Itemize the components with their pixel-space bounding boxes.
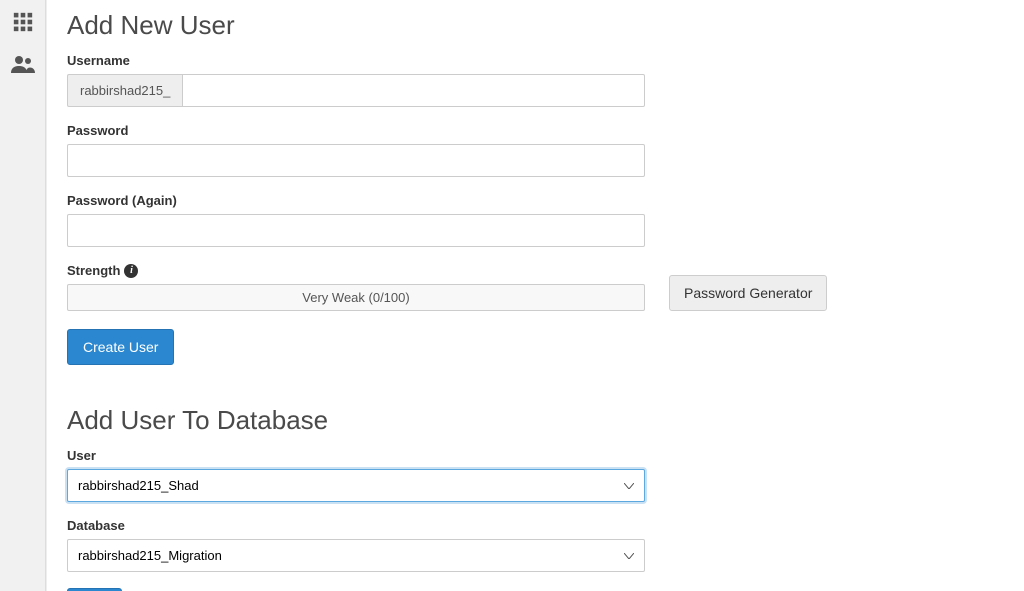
strength-indicator: Very Weak (0/100): [67, 284, 645, 311]
main-content: Add New User Username rabbirshad215_ Pas…: [46, 0, 1024, 591]
database-select[interactable]: rabbirshad215_Migration: [67, 539, 645, 572]
strength-label: Strength: [67, 263, 120, 278]
password-label: Password: [67, 123, 1004, 138]
user-select[interactable]: rabbirshad215_Shad: [67, 469, 645, 502]
password-input[interactable]: [67, 144, 645, 177]
create-user-button[interactable]: Create User: [67, 329, 174, 365]
password-generator-button[interactable]: Password Generator: [669, 275, 827, 311]
user-select-label: User: [67, 448, 1004, 463]
add-to-db-heading: Add User To Database: [67, 405, 1004, 436]
password-again-input[interactable]: [67, 214, 645, 247]
username-prefix: rabbirshad215_: [67, 74, 182, 107]
password-again-label: Password (Again): [67, 193, 1004, 208]
username-input-group: rabbirshad215_: [67, 74, 645, 107]
add-user-heading: Add New User: [67, 10, 1004, 41]
users-icon[interactable]: [9, 50, 37, 78]
database-select-label: Database: [67, 518, 1004, 533]
apps-icon[interactable]: [9, 8, 37, 36]
username-input[interactable]: [182, 74, 645, 107]
sidebar: [0, 0, 46, 591]
username-label: Username: [67, 53, 1004, 68]
info-icon[interactable]: i: [124, 264, 138, 278]
